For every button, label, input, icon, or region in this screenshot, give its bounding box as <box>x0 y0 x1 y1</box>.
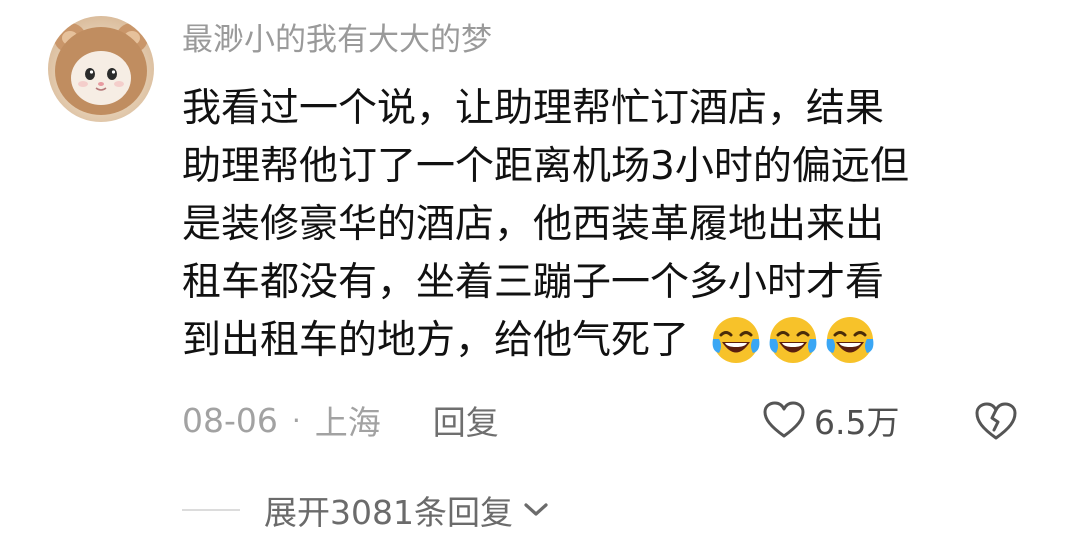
avatar-bear-cat-image <box>54 23 148 115</box>
comment-date: 08-06 <box>182 400 278 440</box>
expand-replies-label: 展开3081条回复 <box>264 493 513 532</box>
comment-line: 是装修豪华的酒店，他西装革履地出来出 <box>182 202 885 247</box>
comment-text: 我看过一个说，让助理帮忙订酒店，结果 助理帮他订了一个距离机场3小时的偏远但 是… <box>182 80 1052 370</box>
comment-line-text: 到出租车的地方，给他气死了 <box>182 318 690 363</box>
like-button[interactable]: 6.5万 <box>762 394 899 446</box>
dislike-button[interactable] <box>974 400 1018 442</box>
comment-line-last: 到出租车的地方，给他气死了 <box>182 312 1052 370</box>
comment-line: 我看过一个说，让助理帮忙订酒店，结果 <box>182 86 885 131</box>
like-count: 6.5万 <box>814 403 900 442</box>
avatar[interactable] <box>48 16 154 122</box>
chevron-down-icon <box>524 503 548 516</box>
comment-line: 租车都没有，坐着三蹦子一个多小时才看 <box>182 260 885 305</box>
expand-replies-button[interactable]: 展开3081条回复 <box>264 486 551 534</box>
meta-separator: · <box>291 403 301 437</box>
username[interactable]: 最渺小的我有大大的梦 <box>182 18 492 62</box>
laughing-crying-face-emoji <box>827 317 874 363</box>
laughing-crying-face-emoji <box>770 317 817 363</box>
comment-line: 助理帮他订了一个距离机场3小时的偏远但 <box>182 144 909 189</box>
reply-button[interactable]: 回复 <box>433 396 499 444</box>
expand-divider <box>182 509 240 511</box>
comment-location: 上海 <box>314 403 381 442</box>
laughing-crying-face-emoji <box>713 317 760 363</box>
comment-meta: 08-06 · 上海 回复 <box>182 394 499 446</box>
emoji-row <box>709 310 880 368</box>
broken-heart-icon <box>975 402 1017 440</box>
heart-outline-icon <box>763 401 805 438</box>
